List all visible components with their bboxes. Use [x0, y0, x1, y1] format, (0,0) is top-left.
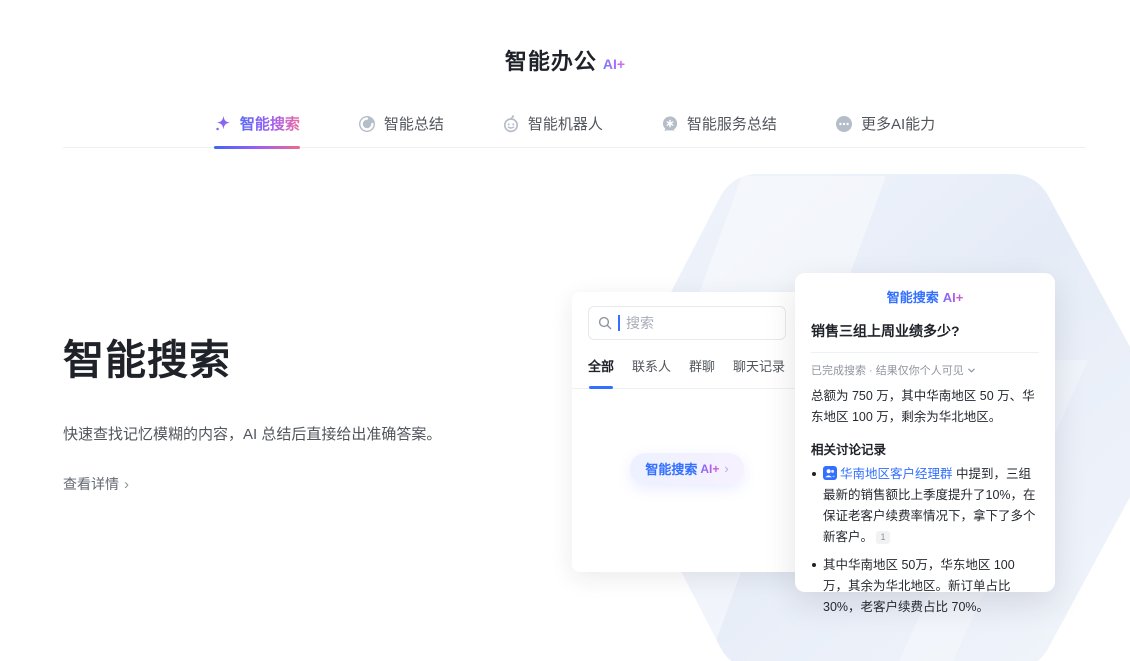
- tab-more-ai[interactable]: 更多AI能力: [835, 100, 935, 147]
- footnote-badge[interactable]: 1: [876, 531, 891, 545]
- related-discussions-title: 相关讨论记录: [811, 442, 887, 457]
- search-placeholder: 搜索: [626, 315, 654, 331]
- pill-ai-badge: AI+: [700, 461, 720, 476]
- ai-header-label: 智能搜索: [886, 290, 939, 305]
- sparkle-icon: [214, 115, 232, 133]
- summary-swirl-icon: [358, 115, 376, 133]
- tab-label: 智能总结: [383, 116, 444, 133]
- tab-label: 智能机器人: [527, 116, 603, 133]
- group-chat-icon: [823, 465, 837, 480]
- chevron-right-icon: ›: [724, 461, 729, 476]
- list-item: 其中华南地区 50万，华东地区 100 万，其余为华北地区。新订单占比 30%，…: [811, 555, 1039, 619]
- tab-label: 智能服务总结: [686, 116, 777, 133]
- service-chat-icon: [661, 115, 679, 133]
- tab-label: 更多AI能力: [860, 116, 936, 133]
- chevron-right-icon: ›: [124, 475, 129, 493]
- ai-status-text: 已完成搜索 · 结果仅你个人可见: [811, 365, 964, 377]
- tab-smart-service-summary[interactable]: 智能服务总结: [661, 100, 777, 147]
- bullet-text: 其中华南地区 50万，华东地区 100 万，其余为华北地区。新订单占比 30%，…: [823, 557, 1015, 615]
- search-icon: [598, 316, 612, 330]
- search-card-body: 智能搜索 AI+ ›: [588, 389, 786, 484]
- search-tab-groups[interactable]: 群聊: [689, 356, 715, 375]
- tab-label: 智能搜索: [240, 113, 300, 134]
- page-header: 智能办公 AI+: [0, 44, 1130, 76]
- ai-answer-panel: 智能搜索 AI+ 销售三组上周业绩多少? 已完成搜索 · 结果仅你个人可见 总额为…: [795, 273, 1055, 614]
- feature-tabbar: 智能搜索 智能总结 智能机器人 智能服务总结 更多AI能力: [63, 100, 1086, 149]
- page-title-ai-badge: AI+: [602, 56, 626, 72]
- page-title: 智能办公: [504, 49, 597, 74]
- search-tab-chat-history[interactable]: 聊天记录: [733, 356, 785, 375]
- hero-copy: 智能搜索 快速查找记忆模糊的内容，AI 总结后直接给出准确答案。 查看详情 ›: [63, 326, 503, 494]
- chevron-down-icon: [967, 368, 975, 372]
- ai-panel-header: 智能搜索 AI+: [811, 287, 1039, 306]
- divider: [811, 352, 1039, 353]
- ai-question: 销售三组上周业绩多少?: [811, 323, 960, 339]
- search-demo-card: 搜索 全部 联系人 群聊 聊天记录 智能搜索 AI+ ›: [572, 292, 802, 572]
- feature-tabs: 智能搜索 智能总结 智能机器人 智能服务总结 更多AI能力: [63, 100, 1086, 149]
- page: 智能办公 AI+ 智能搜索 智能总结 智能机器人 智能服务总结 更多AI能力 智…: [0, 0, 1130, 661]
- group-chat-link[interactable]: 华南地区客户经理群: [840, 467, 953, 481]
- tab-smart-robot[interactable]: 智能机器人: [502, 100, 603, 147]
- text-cursor: [618, 315, 620, 331]
- ai-header-badge: AI+: [942, 290, 964, 305]
- more-dots-icon: [835, 115, 853, 133]
- robot-icon: [502, 114, 520, 133]
- tab-smart-summary[interactable]: 智能总结: [358, 100, 444, 147]
- search-result-tabs: 全部 联系人 群聊 聊天记录: [572, 356, 802, 389]
- search-tab-all[interactable]: 全部: [588, 356, 614, 389]
- hero-description: 快速查找记忆模糊的内容，AI 总结后直接给出准确答案。: [63, 426, 442, 443]
- list-item: 华南地区客户经理群 中提到，三组最新的销售额比上季度提升了10%，在保证老客户续…: [811, 464, 1039, 549]
- view-details-label: 查看详情: [63, 476, 119, 492]
- ai-status-row[interactable]: 已完成搜索 · 结果仅你个人可见: [811, 362, 1039, 378]
- ai-answer-text: 总额为 750 万，其中华南地区 50 万、华东地区 100 万，剩余为华北地区…: [811, 389, 1035, 425]
- hero-heading: 智能搜索: [63, 337, 231, 383]
- related-discussions-list: 华南地区客户经理群 中提到，三组最新的销售额比上季度提升了10%，在保证老客户续…: [811, 464, 1039, 619]
- search-input[interactable]: 搜索: [588, 306, 786, 340]
- search-tab-contacts[interactable]: 联系人: [632, 356, 671, 375]
- pill-label: 智能搜索: [645, 462, 698, 477]
- view-details-link[interactable]: 查看详情 ›: [63, 474, 129, 494]
- hero-section: 智能搜索 快速查找记忆模糊的内容，AI 总结后直接给出准确答案。 查看详情 › …: [0, 148, 1130, 661]
- smart-search-ai-button[interactable]: 智能搜索 AI+ ›: [630, 453, 744, 484]
- tab-smart-search[interactable]: 智能搜索: [213, 100, 300, 149]
